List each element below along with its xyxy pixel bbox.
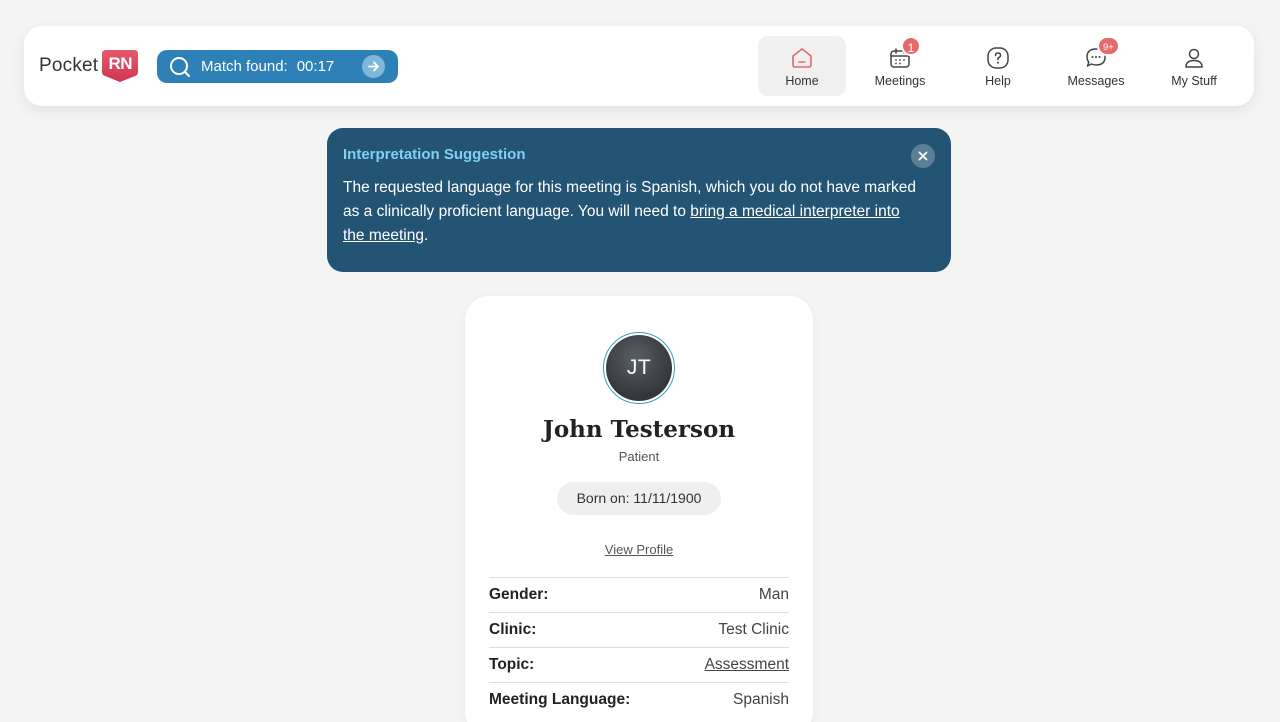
nav-help[interactable]: Help — [954, 36, 1042, 96]
detail-key: Topic: — [489, 656, 535, 673]
nav-my-stuff-label: My Stuff — [1171, 74, 1217, 88]
patient-name: John Testerson — [542, 416, 736, 443]
user-icon — [1182, 46, 1206, 70]
date-of-birth-badge: Born on: 11/11/1900 — [557, 482, 721, 515]
detail-value: Spanish — [732, 691, 789, 708]
nav-home-label: Home — [785, 74, 819, 88]
search-icon — [170, 56, 190, 77]
detail-row-topic: Topic: Assessment — [489, 647, 789, 682]
detail-key: Gender: — [489, 586, 549, 603]
detail-row-clinic: Clinic: Test Clinic — [489, 612, 789, 647]
top-navigation-bar: Pocket RN Match found: 00:17 Home 1 Meet… — [24, 26, 1254, 106]
logo-text: Pocket — [39, 55, 99, 76]
match-go-button[interactable] — [362, 55, 385, 78]
interpretation-suggestion-banner: Interpretation Suggestion The requested … — [327, 128, 951, 272]
detail-key: Clinic: — [489, 621, 537, 638]
nav-home[interactable]: Home — [758, 36, 846, 96]
logo-badge-text: RN — [108, 54, 133, 73]
patient-card: JT John Testerson Patient Born on: 11/11… — [465, 296, 813, 722]
match-timer: 00:17 — [296, 58, 335, 75]
logo-badge: RN — [102, 50, 139, 82]
topic-link[interactable]: Assessment — [705, 656, 789, 674]
detail-row-meeting-language: Meeting Language: Spanish — [489, 682, 789, 717]
banner-message: The requested language for this meeting … — [343, 176, 923, 248]
avatar-initials: JT — [626, 356, 652, 379]
messages-badge: 9+ — [1097, 36, 1120, 56]
avatar-ring: JT — [603, 332, 675, 404]
nav-meetings-label: Meetings — [874, 74, 926, 88]
banner-text-end: . — [424, 227, 429, 244]
patient-details: Gender: Man Clinic: Test Clinic Topic: A… — [489, 577, 789, 717]
nav-help-label: Help — [985, 74, 1011, 88]
chat-icon: 9+ — [1084, 36, 1120, 70]
nav-messages[interactable]: 9+ Messages — [1052, 36, 1140, 96]
detail-value: Man — [758, 586, 789, 603]
home-icon — [790, 46, 814, 70]
nav-meetings[interactable]: 1 Meetings — [856, 36, 944, 96]
avatar: JT — [606, 335, 672, 401]
view-profile-link[interactable]: View Profile — [465, 542, 813, 557]
calendar-icon: 1 — [888, 36, 921, 70]
detail-value: Test Clinic — [718, 621, 789, 638]
arrow-right-icon — [368, 61, 379, 72]
detail-row-gender: Gender: Man — [489, 577, 789, 612]
patient-role: Patient — [618, 449, 660, 464]
banner-title: Interpretation Suggestion — [343, 146, 526, 163]
detail-key: Meeting Language: — [489, 691, 631, 708]
banner-close-button[interactable] — [911, 144, 935, 168]
pocket-rn-logo[interactable]: Pocket RN — [39, 50, 139, 82]
close-icon — [918, 151, 928, 161]
nav-messages-label: Messages — [1067, 74, 1125, 88]
help-icon — [986, 46, 1010, 70]
meetings-badge: 1 — [901, 36, 921, 56]
match-found-label: Match found: — [201, 58, 288, 75]
nav-my-stuff[interactable]: My Stuff — [1150, 36, 1238, 96]
match-found-pill[interactable]: Match found: 00:17 — [157, 50, 398, 83]
